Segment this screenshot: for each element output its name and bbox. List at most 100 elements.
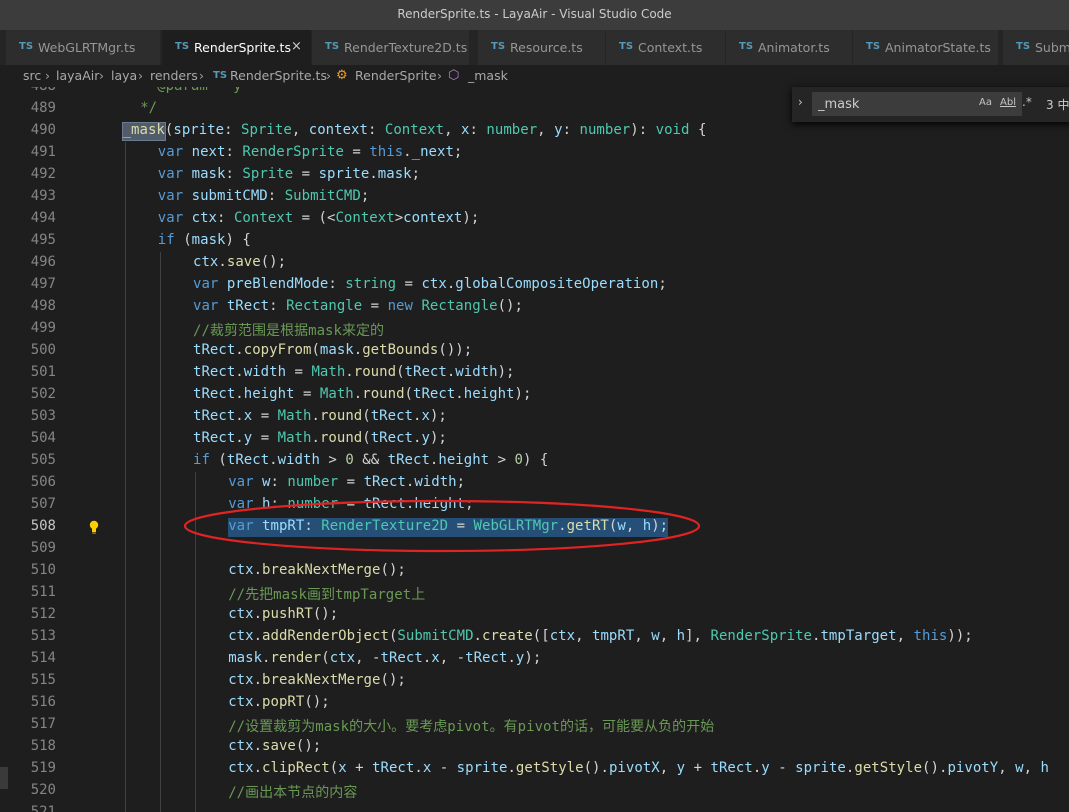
code-token: (). [583,760,609,776]
code-line[interactable]: 503 tRect.x = Math.round(tRect.x); [0,406,1069,428]
indent-guide [124,208,126,230]
code-token: tRect [370,430,413,446]
tab-1[interactable]: TS RenderSprite.ts × [162,30,312,65]
code-line[interactable]: 514 mask.render(ctx, -tRect.x, -tRect.y); [0,648,1069,670]
code-line[interactable]: 513 ctx.addRenderObject(SubmitCMD.create(… [0,626,1069,648]
code-token: new [387,298,422,314]
breadcrumb-item-6[interactable]: _mask [468,68,508,83]
code-line[interactable]: 502 tRect.height = Math.round(tRect.heigh… [0,384,1069,406]
code-line[interactable]: 497 var preBlendMode: string = ctx.global… [0,274,1069,296]
indent-guide [159,714,161,736]
code-token: = [362,298,388,314]
code-line[interactable]: 505 if (tRect.width > 0 && tRect.height >… [0,450,1069,472]
code-token: ); [429,408,447,424]
tab-label: WebGLRTMgr.ts [38,40,136,55]
code-text: tRect.width = Math.round(tRect.width); [193,364,515,380]
code-token: ctx [228,694,254,710]
code-line[interactable]: 517 //设置裁剪为mask的大小。要考虑pivot。有pivot的话，可能要从… [0,714,1069,736]
code-token: (); [497,298,523,314]
code-line[interactable]: 504 tRect.y = Math.round(tRect.y); [0,428,1069,450]
code-line[interactable]: 494 var ctx: Context = (<Context>context)… [0,208,1069,230]
code-token: var [193,298,227,314]
tab-6[interactable]: TS AnimatorState.ts [853,30,999,65]
indent-guide [195,582,196,604]
code-line[interactable]: 518 ctx.save(); [0,736,1069,758]
whole-word-toggle[interactable]: Abl [1000,97,1016,108]
tab-4[interactable]: TS Context.ts [606,30,726,65]
breadcrumb-item-4[interactable]: RenderSprite.ts [230,68,327,83]
code-token: ()); [438,342,473,358]
code-token: */ [140,100,158,116]
code-line[interactable]: 500 tRect.copyFrom(mask.getBounds()); [0,340,1069,362]
chevron-right-icon: › [99,68,104,83]
tab-label: RenderSprite.ts [194,40,291,55]
tab-3[interactable]: TS Resource.ts [478,30,606,65]
code-line[interactable]: 512 ctx.pushRT(); [0,604,1069,626]
code-line[interactable]: 493 var submitCMD: SubmitCMD; [0,186,1069,208]
code-line[interactable]: 490 _mask(sprite: Sprite, context: Contex… [0,120,1069,142]
tab-5[interactable]: TS Animator.ts [726,30,853,65]
code-token: ctx [193,254,219,270]
breadcrumb-item-0[interactable]: src [23,68,41,83]
code-line[interactable]: 516 ctx.popRT(); [0,692,1069,714]
tab-7[interactable]: TS Subm [1003,30,1069,65]
code-line[interactable]: 520 //画出本节点的内容 [0,780,1069,802]
code-line[interactable]: 499 //裁剪范围是根据mask来定的 [0,318,1069,340]
code-token: * @param y [140,87,242,94]
code-token: . [235,342,244,358]
indent-guide [159,670,161,692]
code-token: . [253,738,263,754]
window-title: RenderSprite.ts - LayaAir - Visual Studi… [397,7,672,21]
editor-tabs: TS WebGLRTMgr.ts TS RenderSprite.ts × TS Rende… [0,30,1069,65]
code-token: var [157,166,192,182]
code-line[interactable]: 496 ctx.save(); [0,252,1069,274]
annotation-ellipse [183,499,701,553]
line-number: 488 [20,87,56,94]
toggle-replace-icon[interactable]: › [798,95,803,109]
code-line[interactable]: 519 ctx.clipRect(x + tRect.x - sprite.get… [0,758,1069,780]
code-token: = [252,408,278,424]
indent-guide [159,384,161,406]
line-number: 500 [30,342,56,358]
indent-guide [124,384,126,406]
lightbulb-icon[interactable] [88,516,100,538]
code-line[interactable]: 491 var next: RenderSprite = this._next; [0,142,1069,164]
indent-guide [124,362,126,384]
code-line[interactable]: 511 //先把mask画到tmpTarget上 [0,582,1069,604]
breadcrumb-item-3[interactable]: renders [150,68,198,83]
code-token: , [998,760,1016,776]
code-token: tRect [193,342,236,358]
tab-2[interactable]: TS RenderTexture2D.ts [312,30,470,65]
code-token: Sprite [242,166,294,182]
close-tab-icon[interactable]: × [291,39,302,54]
tab-0[interactable]: TS WebGLRTMgr.ts [6,30,161,65]
code-line[interactable]: 495 if (mask) { [0,230,1069,252]
regex-toggle[interactable]: .* [1022,95,1032,109]
code-text: mask.render(ctx, -tRect.x, -tRect.y); [228,650,541,666]
match-case-toggle[interactable]: Aa [979,97,992,108]
code-line[interactable]: 510 ctx.breakNextMerge(); [0,560,1069,582]
code-line[interactable]: 515 ctx.breakNextMerge(); [0,670,1069,692]
breadcrumb-item-2[interactable]: laya [111,68,137,83]
code-line[interactable]: 501 tRect.width = Math.round(tRect.width)… [0,362,1069,384]
code-token: Sprite [241,122,292,138]
chevron-right-icon: › [199,68,204,83]
code-line[interactable]: 492 var mask: Sprite = sprite.mask; [0,164,1069,186]
breadcrumb-item-5[interactable]: RenderSprite [355,68,437,83]
breadcrumb-item-1[interactable]: layaAir [56,68,99,83]
code-editor[interactable]: 488* @param y489*/490_mask(sprite: Sprit… [0,87,1069,812]
code-line[interactable]: 498 var tRect: Rectangle = new Rectangle(… [0,296,1069,318]
code-line[interactable]: 521 [0,802,1069,812]
line-number: 510 [30,562,56,578]
code-token: . [455,386,464,402]
typescript-file-icon: TS [19,41,34,52]
code-token: x [421,408,430,424]
indent-guide [159,538,161,560]
code-line[interactable]: 506 var w: number = tRect.width; [0,472,1069,494]
tab-label: Animator.ts [758,40,830,55]
code-token: round [362,386,405,402]
indent-guide [195,560,196,582]
code-token: x [431,650,440,666]
code-token: sprite [456,760,508,776]
code-token: addRenderObject [262,628,389,644]
